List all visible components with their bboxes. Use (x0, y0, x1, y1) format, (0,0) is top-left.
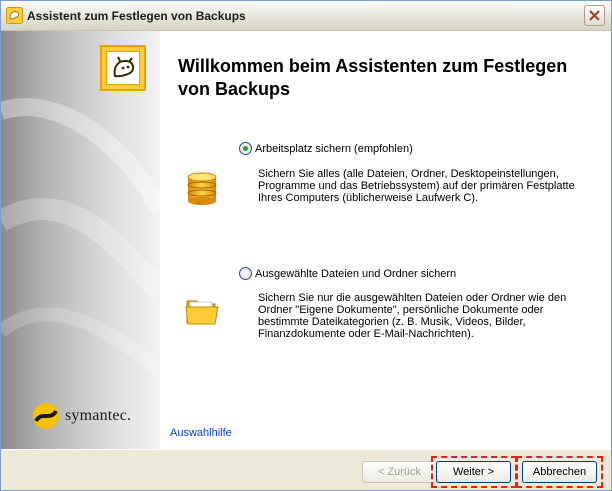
product-logo (100, 45, 146, 91)
ghost-icon (113, 56, 135, 78)
database-icon (187, 172, 217, 205)
wizard-content: symantec. Willkommen beim Assistenten zu… (1, 31, 611, 449)
help-link[interactable]: Auswahlhilfe (170, 427, 232, 439)
option-backup-selected[interactable]: Ausgewählte Dateien und Ordner sichern (239, 267, 456, 280)
radio-backup-selected[interactable] (239, 267, 252, 280)
back-button[interactable]: < Zurück (362, 461, 437, 483)
symantec-brand: symantec. (65, 407, 132, 424)
symantec-logo-icon (33, 403, 59, 429)
window-title: Assistent zum Festlegen von Backups (27, 9, 246, 23)
button-bar: < Zurück Weiter > Abbrechen (1, 449, 611, 490)
folder-icon (185, 300, 219, 325)
close-icon (589, 10, 600, 21)
title-bar[interactable]: Assistent zum Festlegen von Backups (1, 1, 611, 31)
app-icon (6, 7, 23, 24)
option-backup-computer[interactable]: Arbeitsplatz sichern (empfohlen) (239, 142, 413, 155)
page-title: Willkommen beim Assistenten zum Festlege… (178, 56, 568, 99)
cancel-button[interactable]: Abbrechen (522, 461, 597, 483)
decorative-swirl (1, 98, 160, 377)
backup-wizard-window: Assistent zum Festlegen von Backups syma… (0, 0, 612, 491)
radio-backup-computer[interactable] (239, 142, 252, 155)
sidebar-banner: symantec. (1, 31, 160, 449)
option-label[interactable]: Arbeitsplatz sichern (empfohlen) (255, 143, 413, 155)
close-button[interactable] (584, 5, 605, 26)
next-button[interactable]: Weiter > (436, 461, 511, 483)
option-label[interactable]: Ausgewählte Dateien und Ordner sichern (255, 268, 456, 280)
option-description: Sichern Sie alles (alle Dateien, Ordner,… (258, 168, 575, 204)
option-description: Sichern Sie nur die ausgewählten Dateien… (258, 292, 567, 340)
